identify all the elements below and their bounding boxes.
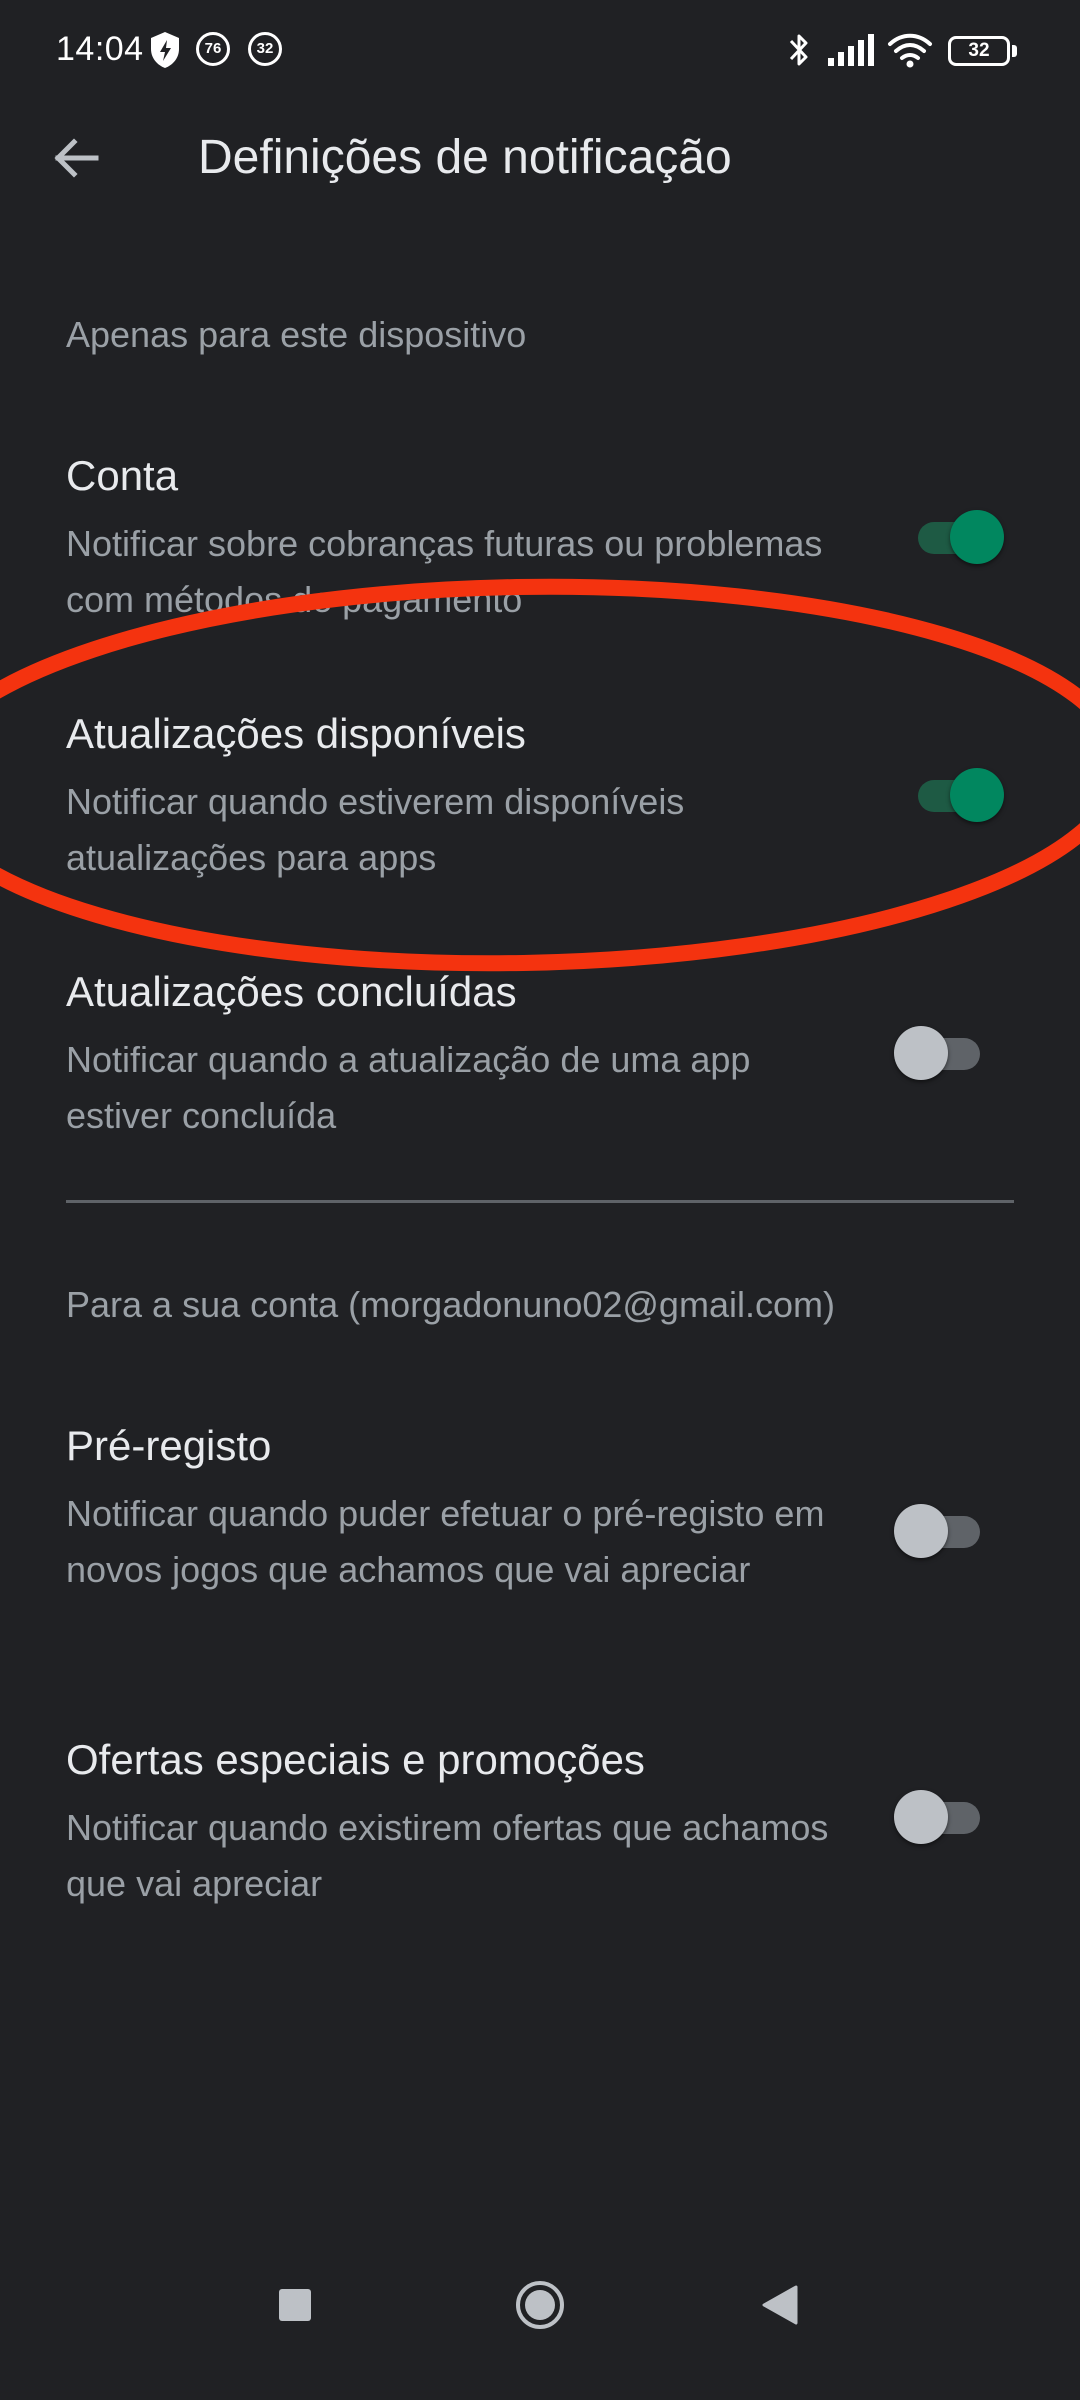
notification-settings-screen: 14:04 76 32 32 Definições de notificação… [0, 0, 1080, 2400]
section-divider [66, 1200, 1014, 1203]
battery-icon: 32 [948, 36, 1010, 66]
setting-description: Notificar quando existirem ofertas que a… [66, 1807, 829, 1904]
home-circle-icon[interactable] [495, 2260, 585, 2350]
toggle-special-offers[interactable] [894, 1788, 984, 1844]
status-time: 14:04 [56, 30, 144, 68]
app-bar: Definições de notificação [0, 104, 1080, 208]
setting-description: Notificar sobre cobranças futuras ou pro… [66, 523, 823, 620]
toggle-updates-completed[interactable] [894, 1024, 984, 1080]
notification-badge-32: 32 [248, 32, 282, 66]
setting-title: Ofertas especiais e promoções [66, 1736, 645, 1783]
status-bar: 14:04 76 32 32 [0, 0, 1080, 104]
setting-description: Notificar quando estiverem disponíveis a… [66, 781, 685, 878]
signal-icon [828, 34, 874, 66]
setting-title: Pré-registo [66, 1422, 272, 1469]
system-nav-bar [0, 2260, 1080, 2400]
wifi-icon [888, 33, 932, 68]
bluetooth-icon [789, 34, 808, 66]
setting-pre-registration[interactable]: Pré-registo Notificar quando puder efetu… [0, 1422, 1080, 1648]
back-triangle-icon[interactable] [736, 2260, 826, 2350]
section-header-account: Para a sua conta (morgadonuno02@gmail.co… [66, 1284, 835, 1325]
setting-description: Notificar quando a atualização de uma ap… [66, 1039, 751, 1136]
setting-special-offers[interactable]: Ofertas especiais e promoções Notificar … [0, 1736, 1080, 1906]
setting-title: Atualizações disponíveis [66, 710, 526, 757]
section-header-device: Apenas para este dispositivo [66, 314, 527, 355]
setting-account[interactable]: Conta Notificar sobre cobranças futuras … [0, 452, 1080, 622]
toggle-account[interactable] [914, 508, 1004, 564]
setting-updates-completed[interactable]: Atualizações concluídas Notificar quando… [0, 968, 1080, 1138]
toggle-pre-registration[interactable] [894, 1502, 984, 1558]
setting-description: Notificar quando puder efetuar o pré-reg… [66, 1493, 825, 1590]
toggle-thumb [950, 510, 1004, 564]
toggle-thumb [894, 1026, 948, 1080]
battery-tip [1012, 45, 1017, 57]
toggle-thumb [894, 1790, 948, 1844]
setting-title: Atualizações concluídas [66, 968, 517, 1015]
shield-icon [151, 32, 179, 68]
toggle-thumb [894, 1504, 948, 1558]
arrow-back-icon[interactable] [40, 122, 112, 194]
notification-badge-76: 76 [196, 32, 230, 66]
toggle-thumb [950, 768, 1004, 822]
setting-title: Conta [66, 452, 179, 499]
setting-updates-available[interactable]: Atualizações disponíveis Notificar quand… [0, 710, 1080, 880]
page-title: Definições de notificação [198, 131, 732, 184]
toggle-updates-available[interactable] [914, 766, 1004, 822]
recents-square-icon[interactable] [250, 2260, 340, 2350]
